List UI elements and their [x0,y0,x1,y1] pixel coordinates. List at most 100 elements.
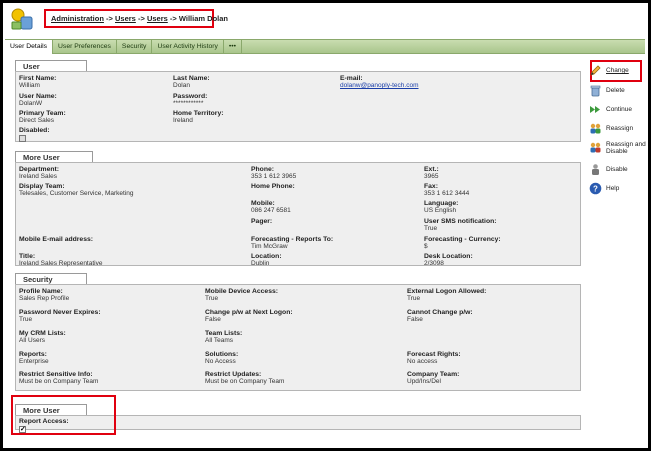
tab-user-activity-history[interactable]: User Activity History [152,40,224,54]
label: Reports: [19,351,47,358]
breadcrumb-link-users-list[interactable]: Users [147,14,168,23]
breadcrumb-link-users[interactable]: Users [115,14,136,23]
pencil-icon [590,65,601,76]
breadcrumb-separator: -> [137,14,145,23]
field-company-team: Company Team: Upd/Ins/Del [407,371,459,385]
label: Pager: [251,218,273,225]
field-reports: Reports: Enterprise [19,351,49,365]
breadcrumb-separator: -> [169,14,177,23]
field-forecast-rights: Forecast Rights: No access [407,351,461,365]
field-restrict-updates: Restrict Updates: Must be on Company Tea… [205,371,284,385]
label: Home Territory: [173,110,224,117]
label: Primary Team: [19,110,66,117]
label: E-mail: [340,75,363,82]
continue-button[interactable]: Continue [589,103,647,116]
label: Mobile: [251,200,275,207]
label: Last Name: [173,75,210,82]
user-section: User First Name: William Last Name: Dola… [15,60,581,142]
field-title: Title: Ireland Sales Representative [19,253,102,267]
field-solutions: Solutions: No Access [205,351,238,365]
field-department: Department: Ireland Sales [19,166,59,180]
field-first-name: First Name: William [19,75,56,89]
label: Password Never Expires: [19,309,101,316]
value: All Users [19,337,46,344]
tab-user-details[interactable]: User Details [5,40,54,54]
reassign-and-disable-button[interactable]: Reassign and Disable [589,141,647,155]
value: Dolan [173,82,190,89]
delete-button[interactable]: Delete [589,84,647,97]
user-section-body: First Name: William Last Name: Dolan E-m… [15,71,581,142]
label: My CRM Lists: [19,330,66,337]
label: Home Phone: [251,183,295,190]
label: Mobile Device Access: [205,288,279,295]
change-label: Change [606,67,629,74]
value: 353 1 612 3965 [251,173,297,180]
breadcrumb-separator: -> [106,14,113,23]
continue-label: Continue [606,106,633,113]
value: Must be on Company Team [205,378,285,385]
tab-user-preferences[interactable]: User Preferences [53,40,117,54]
action-sidebar: Change Delete Continue Reassign Reassign… [587,57,647,202]
label: First Name: [19,75,57,82]
delete-label: Delete [606,87,625,94]
label: Forecasting - Reports To: [251,236,334,243]
field-cannot-change-pw: Cannot Change p/w: False [407,309,473,323]
value: Must be on Company Team [19,378,99,385]
more-user-details-body: Department: Ireland Sales Phone: 353 1 6… [15,162,581,267]
value: ************ [173,100,204,107]
value: Tim McGraw [251,243,288,250]
label: Mobile E-mail address: [19,236,94,243]
value: William [19,82,40,89]
value: 086 247 6581 [251,207,291,214]
change-button[interactable]: Change [589,64,647,77]
email-link[interactable]: dolanw@panoply-tech.com [340,82,419,89]
field-display-team: Display Team: Telesales, Customer Servic… [19,183,134,197]
value: 2/3098 [424,260,444,267]
help-button[interactable]: ? Help [589,182,647,195]
tab-more[interactable]: ••• [224,40,243,54]
security-section-body: Profile Name: Sales Rep Profile Mobile D… [15,284,581,391]
value: True [19,316,33,323]
label: Forecasting - Currency: [424,236,501,243]
field-desk-location: Desk Location: 2/3098 [424,253,473,267]
label: Restrict Updates: [205,371,262,378]
label: Ext.: [424,166,439,173]
field-primary-team: Primary Team: Direct Sales [19,110,66,124]
disable-button[interactable]: Disable [589,163,647,176]
label: Password: [173,93,208,100]
field-email: E-mail: dolanw@panoply-tech.com [340,75,419,89]
value: Direct Sales [19,117,55,124]
field-user-name: User Name: DolanW [19,93,57,107]
field-mobile: Mobile: 086 247 6581 [251,200,291,214]
reassign-disable-icon [590,142,601,153]
value: US English [424,207,457,214]
value: False [205,316,221,323]
reassign-label: Reassign [606,125,634,132]
value: Ireland [173,117,193,124]
field-sms-notification: User SMS notification: True [424,218,497,232]
disable-label: Disable [606,166,628,173]
main-content: User First Name: William Last Name: Dola… [9,58,585,446]
tab-security[interactable]: Security [117,40,153,54]
field-home-territory: Home Territory: Ireland [173,110,223,124]
lock-user-icon [592,164,599,175]
label: Language: [424,200,459,207]
field-forecasting-currency: Forecasting - Currency: $ [424,236,501,250]
crm-logo-icon [11,8,33,30]
value: True [424,225,438,232]
field-disabled: Disabled: [19,127,50,144]
label: Solutions: [205,351,239,358]
security-section: Security Profile Name: Sales Rep Profile… [15,273,581,391]
label: Company Team: [407,371,460,378]
value: $ [424,243,428,250]
label: Display Team: [19,183,65,190]
breadcrumb: Administration -> Users -> Users -> Will… [44,9,228,28]
field-mobile-device-access: Mobile Device Access: True [205,288,278,302]
value: Sales Rep Profile [19,295,70,302]
reassign-button[interactable]: Reassign [589,122,647,135]
label: Profile Name: [19,288,63,295]
value: Upd/Ins/Del [407,378,441,385]
label: External Logon Allowed: [407,288,487,295]
field-profile-name: Profile Name: Sales Rep Profile [19,288,69,302]
breadcrumb-link-administration[interactable]: Administration [51,14,104,23]
